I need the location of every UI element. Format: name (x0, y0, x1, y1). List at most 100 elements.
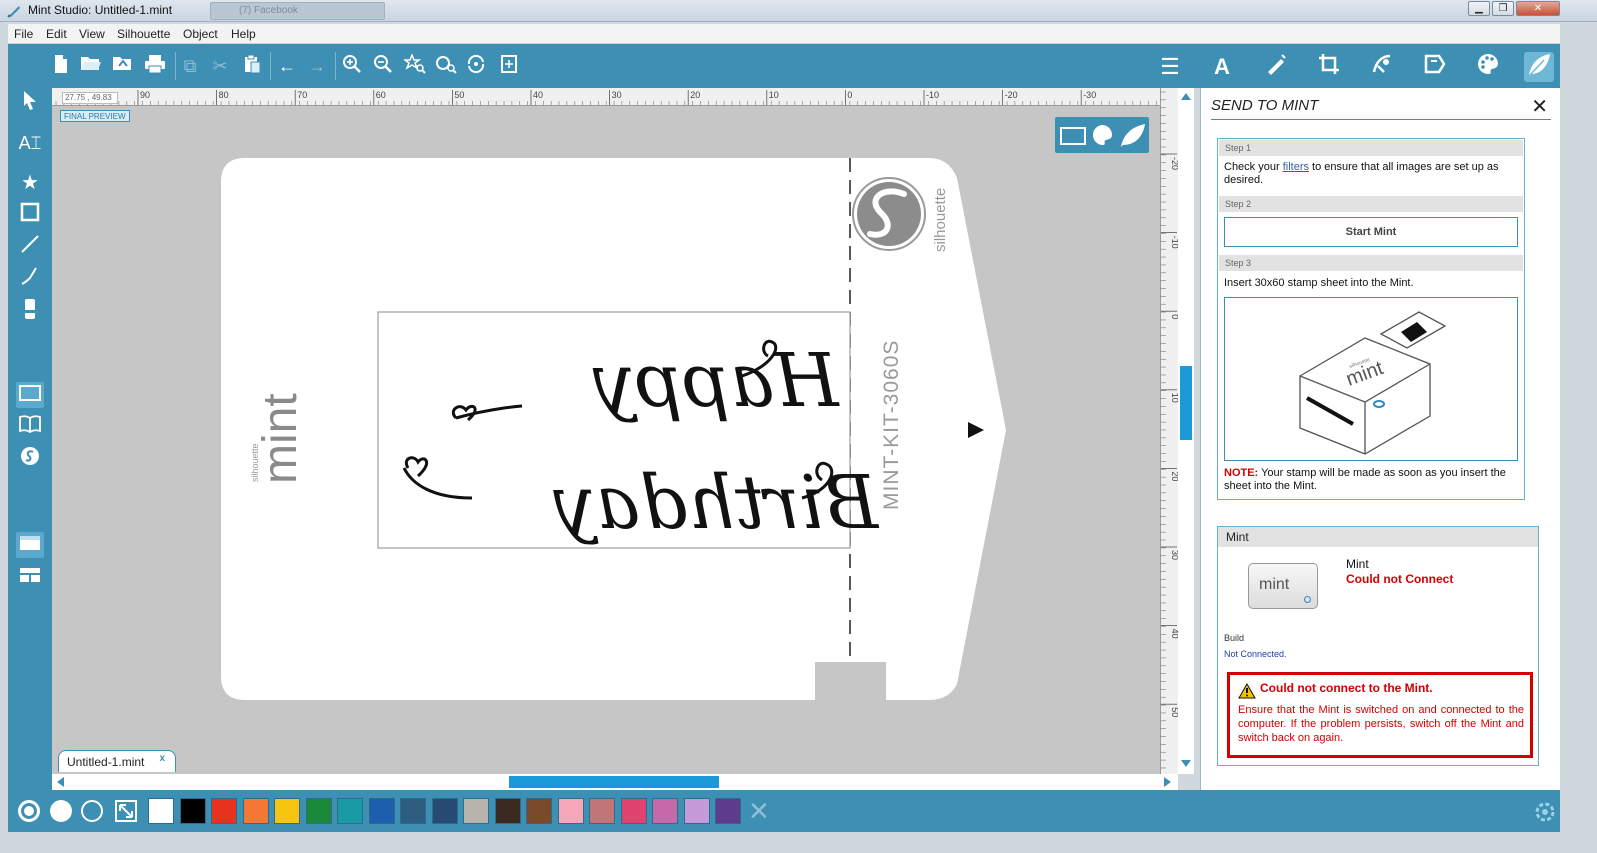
silhouette-store-icon[interactable] (16, 446, 44, 472)
menu-help[interactable]: Help (231, 27, 256, 41)
window-title: Mint Studio: Untitled-1.mint (28, 3, 173, 17)
copy-icon[interactable]: ⧉ (178, 54, 202, 78)
horizontal-ruler: 90 80 70 60 50 40 30 20 10 0 -10 -20 -30 (52, 88, 1160, 106)
ruler-label: 60 (376, 90, 386, 100)
zoom-page-icon[interactable] (434, 54, 458, 78)
no-color-icon[interactable]: ✕ (748, 798, 770, 824)
color-swatch[interactable] (242, 798, 269, 824)
color-swatch[interactable] (400, 798, 426, 824)
color-swatch[interactable] (148, 798, 174, 824)
zoom-out-icon[interactable] (371, 54, 395, 78)
panel-title-divider (1211, 119, 1551, 120)
mint-app-icon (7, 6, 20, 18)
open-folder-icon[interactable] (79, 54, 103, 78)
rectangle-tool-icon[interactable] (16, 202, 44, 228)
paste-icon[interactable] (240, 54, 264, 78)
start-mint-button[interactable]: Start Mint (1224, 217, 1518, 247)
warning-icon (1238, 683, 1256, 699)
eraser-icon[interactable] (16, 298, 44, 324)
menu-file[interactable]: File (14, 27, 33, 41)
color-swatch[interactable] (715, 798, 741, 824)
open-recent-icon[interactable] (111, 54, 135, 78)
color-swatch[interactable] (305, 798, 332, 824)
panel-menu-icon[interactable]: ☰ (1155, 52, 1185, 82)
color-swatch[interactable] (274, 798, 300, 824)
print-icon[interactable] (143, 54, 167, 78)
toolbar-separator (175, 52, 176, 80)
menu-view[interactable]: View (79, 27, 105, 41)
pan-icon[interactable] (465, 54, 489, 78)
zoom-selected-icon[interactable] (402, 52, 427, 78)
restore-button[interactable]: ❐ (1492, 1, 1514, 16)
line-tool-icon[interactable] (16, 234, 44, 260)
ruler-label: 10 (769, 90, 779, 100)
resize-icon[interactable] (115, 800, 137, 822)
select-arrow-icon[interactable] (16, 90, 44, 116)
panel-close-icon[interactable]: ✕ (1531, 94, 1548, 119)
sheet-notch (815, 662, 886, 702)
color-swatch[interactable] (179, 798, 206, 824)
mint-box-header: Mint (1218, 527, 1538, 547)
crop-icon[interactable] (1314, 52, 1344, 82)
menu-object[interactable]: Object (183, 27, 218, 41)
build-label: Build (1224, 633, 1245, 643)
single-panel-view-icon[interactable] (16, 532, 44, 558)
filters-link[interactable]: filters (1283, 161, 1309, 173)
palette-icon[interactable] (1473, 52, 1503, 82)
minimize-button[interactable]: ▁ (1468, 1, 1490, 16)
ruler-label: 20 (1170, 471, 1178, 481)
color-swatch[interactable] (526, 798, 552, 824)
star-shape-icon[interactable]: ★ (16, 170, 44, 196)
color-swatch[interactable] (211, 798, 237, 824)
trace-icon[interactable] (1367, 52, 1397, 82)
color-swatch[interactable] (368, 798, 395, 824)
background-browser-tab[interactable]: (7) Facebook (210, 2, 385, 20)
fill-mode-icon[interactable] (18, 800, 40, 822)
stamp-text-happy: Happy (592, 338, 840, 424)
text-tool-icon[interactable]: A⌶ (16, 130, 44, 156)
undo-icon[interactable]: ← (275, 54, 299, 78)
error-message: Ensure that the Mint is switched on and … (1238, 704, 1524, 744)
no-fill-icon[interactable] (81, 800, 103, 822)
menu-edit[interactable]: Edit (46, 27, 67, 41)
color-swatch[interactable] (431, 798, 458, 824)
step3-header: Step 3 (1219, 255, 1523, 271)
line-style-icon[interactable] (1261, 52, 1291, 82)
vertical-scrollbar[interactable] (1178, 88, 1194, 774)
color-swatch[interactable] (652, 798, 678, 824)
pen-tool-icon[interactable] (16, 266, 44, 292)
document-tab-close-icon[interactable]: x (159, 753, 165, 764)
close-window-button[interactable]: ✕ (1516, 1, 1560, 16)
send-device-icon[interactable] (1420, 52, 1450, 82)
panel-title: SEND TO MINT (1211, 97, 1319, 114)
redo-icon[interactable]: → (305, 54, 329, 78)
new-document-icon[interactable] (49, 54, 73, 78)
library-icon[interactable] (16, 414, 44, 440)
text-style-icon[interactable]: A (1207, 52, 1237, 82)
solid-fill-icon[interactable] (50, 800, 72, 822)
color-swatch[interactable] (463, 798, 489, 824)
color-swatch[interactable] (494, 798, 521, 824)
design-canvas[interactable]: FINAL PREVIEW Happy Birthday silhouette … (52, 106, 1160, 774)
design-view-icon[interactable] (16, 382, 44, 408)
send-to-mint-panel: SEND TO MINT ✕ Step 1 Check your filters… (1200, 88, 1560, 790)
color-swatch[interactable] (557, 798, 584, 824)
split-panel-view-icon[interactable] (16, 564, 44, 590)
settings-gear-icon[interactable] (1534, 801, 1556, 823)
horizontal-scrollbar[interactable] (52, 774, 1178, 790)
document-tab[interactable]: Untitled-1.mint x (58, 750, 176, 772)
menu-bar: File Edit View Silhouette Object Help (8, 24, 1560, 44)
color-swatch[interactable] (337, 798, 363, 824)
color-swatch[interactable] (620, 798, 647, 824)
view-mode-toggle[interactable] (1055, 117, 1149, 153)
ruler-label: 0 (847, 90, 852, 100)
cut-icon[interactable]: ✂ (208, 54, 232, 78)
color-swatch[interactable] (589, 798, 615, 824)
ruler-label: -10 (1170, 236, 1178, 249)
ruler-label: 20 (690, 90, 700, 100)
zoom-in-icon[interactable] (340, 54, 364, 78)
fit-page-icon[interactable] (497, 54, 521, 78)
color-swatch[interactable] (683, 798, 710, 824)
menu-silhouette[interactable]: Silhouette (117, 27, 170, 41)
send-to-mint-leaf-icon[interactable] (1524, 52, 1554, 82)
